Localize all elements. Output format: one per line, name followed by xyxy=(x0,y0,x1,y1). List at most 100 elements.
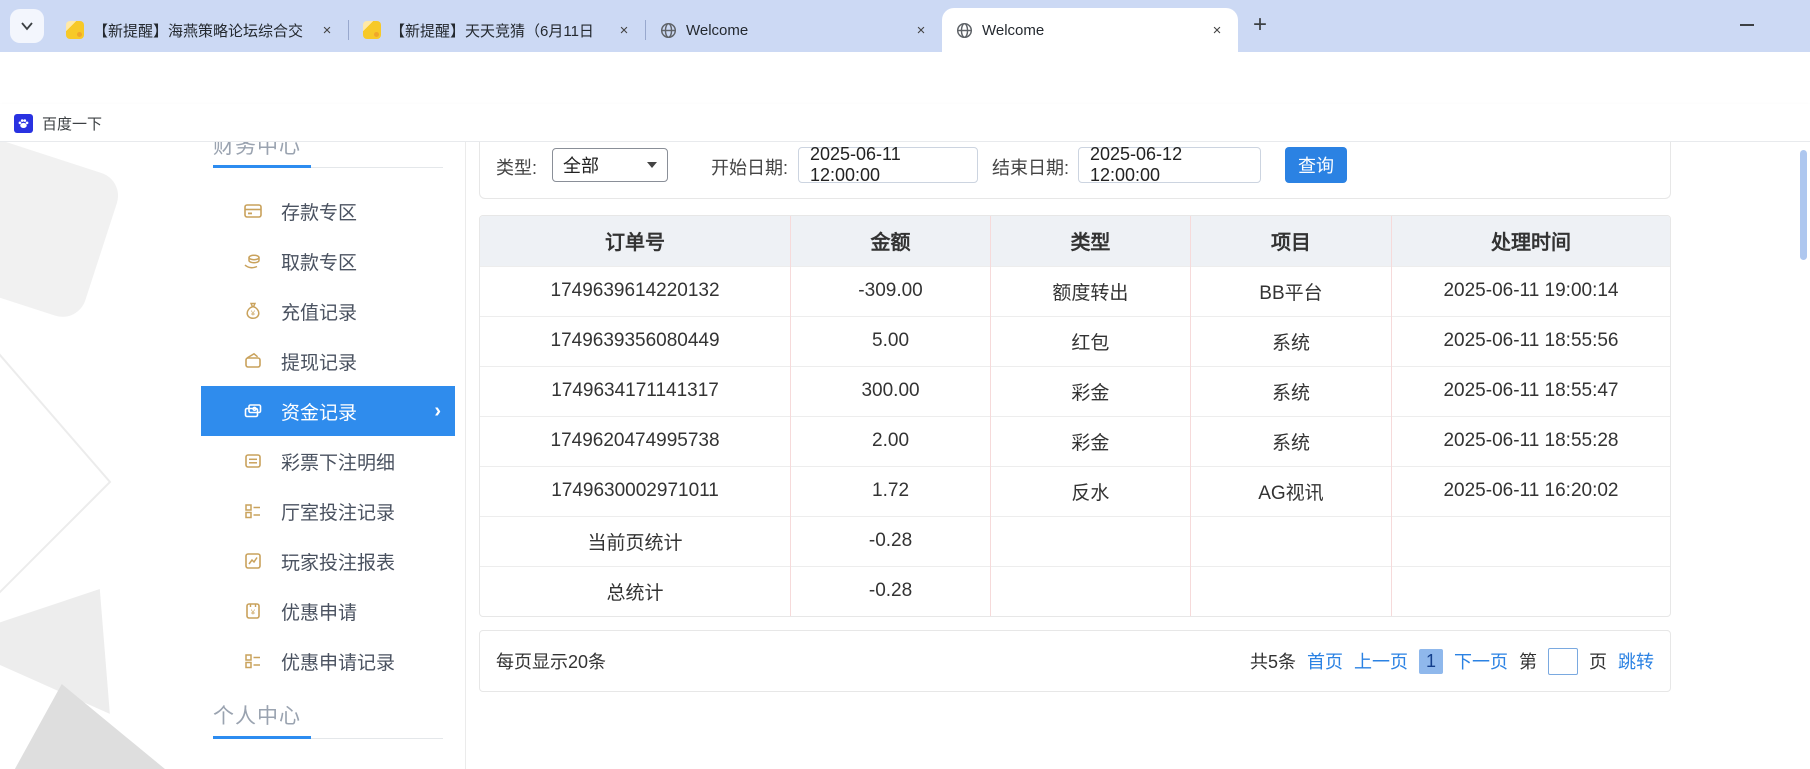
window-minimize-button[interactable] xyxy=(1740,24,1754,26)
start-date-label: 开始日期: xyxy=(711,154,788,180)
sidebar-item-label: 优惠申请 xyxy=(281,598,357,625)
folder-favicon xyxy=(66,21,84,39)
browser-toolbar: ← → ⟳ ⌂ js14.cc/hhcp/usercenter.html?ini… xyxy=(0,52,1810,104)
cell-amount: 2.00 xyxy=(791,416,991,466)
hand-coins-icon xyxy=(243,251,263,271)
sidebar-item-player-bet-report[interactable]: 玩家投注报表 xyxy=(201,536,455,586)
folder-favicon xyxy=(363,21,381,39)
cell-amount: 1.72 xyxy=(791,466,991,516)
cell-proc-time: 2025-06-11 18:55:56 xyxy=(1392,316,1671,366)
layout-list-icon xyxy=(243,501,263,521)
browser-window: 【新提醒】海燕策略论坛综合交 × 【新提醒】天天竞猜（6月11日 × Welco… xyxy=(0,0,1810,769)
table-row: 1749639356080449 5.00 红包 系统 2025-06-11 1… xyxy=(480,316,1670,366)
cell-proc-time: 2025-06-11 16:20:02 xyxy=(1392,466,1671,516)
cell-type: 彩金 xyxy=(990,366,1190,416)
chart-icon xyxy=(243,551,263,571)
sidebar-item-label: 取款专区 xyxy=(281,248,357,275)
coupon-icon: ¥ xyxy=(243,601,263,621)
current-page-badge[interactable]: 1 xyxy=(1419,649,1443,674)
cell-amount: -309.00 xyxy=(791,266,991,316)
end-date-input[interactable]: 2025-06-12 12:00:00 xyxy=(1078,147,1261,183)
cell-empty xyxy=(1190,566,1391,616)
section-title-personal: 个人中心 xyxy=(213,700,301,730)
jump-prefix-label: 第 xyxy=(1519,648,1537,674)
decor-shape xyxy=(0,142,124,323)
table-summary-row-total: 总统计 -0.28 xyxy=(480,566,1670,616)
tab-welcome-active[interactable]: Welcome × xyxy=(942,8,1238,52)
start-date-input[interactable]: 2025-06-11 12:00:00 xyxy=(798,147,978,183)
pager: 共5条 首页 上一页 1 下一页 第 页 跳转 xyxy=(1250,648,1654,675)
new-tab-button[interactable]: + xyxy=(1243,8,1277,42)
tab-bar: 【新提醒】海燕策略论坛综合交 × 【新提醒】天天竞猜（6月11日 × Welco… xyxy=(0,0,1810,52)
bookmarks-bar: 百度一下 xyxy=(0,104,1810,142)
bookmark-baidu[interactable]: 百度一下 xyxy=(14,110,102,136)
decor-triangle xyxy=(0,669,187,769)
cell-proc-time: 2025-06-11 18:55:28 xyxy=(1392,416,1671,466)
cell-amount: 300.00 xyxy=(791,366,991,416)
sidebar-item-label: 存款专区 xyxy=(281,198,357,225)
sidebar-item-label: 玩家投注报表 xyxy=(281,548,395,575)
search-button[interactable]: 查询 xyxy=(1285,147,1347,183)
sidebar-item-label: 资金记录 xyxy=(281,398,357,425)
sidebar-item-lottery-bet-details[interactable]: 彩票下注明细 xyxy=(201,436,455,486)
sidebar-item-promo-apply[interactable]: ¥ 优惠申请 xyxy=(201,586,455,636)
chevron-down-icon xyxy=(20,19,34,33)
tab-close-icon[interactable]: × xyxy=(615,22,633,39)
sidebar-item-hall-bet-records[interactable]: 厅室投注记录 xyxy=(201,486,455,536)
section-divider xyxy=(213,738,443,739)
tab-close-icon[interactable]: × xyxy=(912,22,930,39)
sidebar-item-deposit-zone[interactable]: 存款专区 xyxy=(201,186,455,236)
type-select[interactable]: 全部 xyxy=(552,148,668,182)
prev-page-link[interactable]: 上一页 xyxy=(1354,648,1408,674)
page-content: 财务中心 存款专区 取款专区 xyxy=(0,142,1810,769)
cell-empty xyxy=(990,566,1190,616)
table-row: 1749620474995738 2.00 彩金 系统 2025-06-11 1… xyxy=(480,416,1670,466)
cell-empty xyxy=(990,516,1190,566)
cell-order-no: 1749639356080449 xyxy=(480,316,791,366)
end-date-label: 结束日期: xyxy=(992,154,1069,180)
fund-cards-icon xyxy=(243,401,263,421)
tab-welcome-1[interactable]: Welcome × xyxy=(646,8,942,52)
sidebar-item-recharge-records[interactable]: ¥ 充值记录 xyxy=(201,286,455,336)
sidebar-item-promo-apply-records[interactable]: 优惠申请记录 xyxy=(201,636,455,686)
page-number-input[interactable] xyxy=(1548,648,1578,675)
globe-icon xyxy=(660,22,677,39)
tab-close-icon[interactable]: × xyxy=(1208,22,1226,39)
section-title-finance: 财务中心 xyxy=(213,142,301,160)
table-summary-row-page: 当前页统计 -0.28 xyxy=(480,516,1670,566)
cell-project: BB平台 xyxy=(1190,266,1391,316)
sidebar-item-funds-records[interactable]: 资金记录 › xyxy=(201,386,455,436)
tab-search-button[interactable] xyxy=(10,9,44,43)
chevron-right-icon: › xyxy=(434,400,441,423)
bookmark-label: 百度一下 xyxy=(42,113,102,134)
tab-forum[interactable]: 【新提醒】海燕策略论坛综合交 × xyxy=(52,8,348,52)
col-project: 项目 xyxy=(1190,216,1391,266)
first-page-link[interactable]: 首页 xyxy=(1307,648,1343,674)
globe-icon xyxy=(956,22,973,39)
col-proc-time: 处理时间 xyxy=(1392,216,1671,266)
sidebar-item-label: 优惠申请记录 xyxy=(281,648,395,675)
sidebar-item-label: 提现记录 xyxy=(281,348,357,375)
jump-suffix-label: 页 xyxy=(1589,648,1607,674)
table-header-row: 订单号 金额 类型 项目 处理时间 xyxy=(480,216,1670,266)
page-scrollbar-thumb[interactable] xyxy=(1800,150,1807,260)
funds-table: 订单号 金额 类型 项目 处理时间 1749639614220132 -309.… xyxy=(479,215,1671,617)
cell-empty xyxy=(1392,566,1671,616)
sidebar-item-withdrawal-records[interactable]: 提现记录 xyxy=(201,336,455,386)
sidebar-item-withdraw-zone[interactable]: 取款专区 xyxy=(201,236,455,286)
money-bag-icon: ¥ xyxy=(243,301,263,321)
chevron-down-icon xyxy=(647,162,657,168)
jump-go-link[interactable]: 跳转 xyxy=(1618,648,1654,674)
cell-amount: -0.28 xyxy=(791,566,991,616)
tab-guess[interactable]: 【新提醒】天天竞猜（6月11日 × xyxy=(349,8,645,52)
col-type: 类型 xyxy=(990,216,1190,266)
tab-title: Welcome xyxy=(982,22,1199,39)
pagination-bar: 每页显示20条 共5条 首页 上一页 1 下一页 第 页 跳转 xyxy=(479,630,1671,692)
next-page-link[interactable]: 下一页 xyxy=(1454,648,1508,674)
tab-close-icon[interactable]: × xyxy=(318,22,336,39)
bank-card-icon xyxy=(243,201,263,221)
cell-summary-label: 当前页统计 xyxy=(480,516,791,566)
col-order-no: 订单号 xyxy=(480,216,791,266)
sidebar-content-divider xyxy=(465,142,466,769)
col-amount: 金额 xyxy=(791,216,991,266)
